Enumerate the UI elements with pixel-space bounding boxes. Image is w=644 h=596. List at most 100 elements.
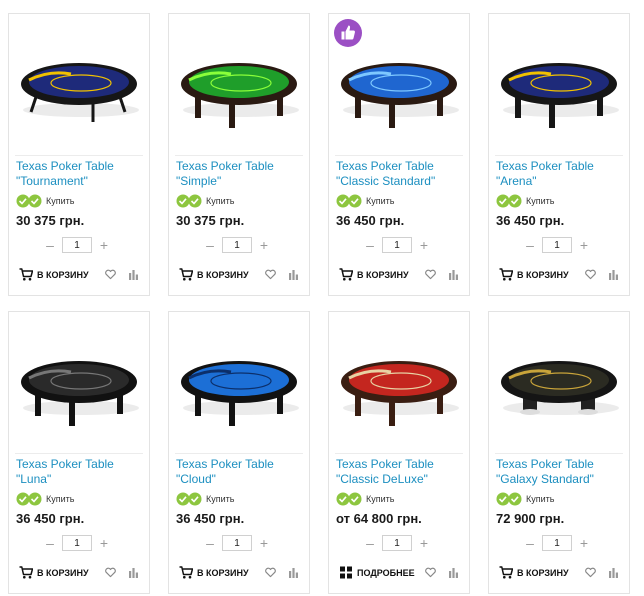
stock-check-icon: [336, 492, 362, 506]
quantity-input[interactable]: [222, 237, 252, 253]
product-image[interactable]: [169, 14, 309, 154]
quantity-decrease-button[interactable]: –: [523, 536, 537, 550]
quantity-input[interactable]: [62, 237, 92, 253]
heart-icon[interactable]: [585, 269, 596, 280]
add-to-cart-label: В КОРЗИНУ: [517, 567, 569, 578]
stock-label: Купить: [526, 494, 555, 504]
add-to-cart-button[interactable]: В КОРЗИНУ: [339, 268, 409, 281]
product-title-line2[interactable]: "Cloud": [176, 472, 306, 487]
card-actions: В КОРЗИНУ: [16, 268, 142, 282]
compare-icon[interactable]: [448, 269, 459, 280]
quantity-decrease-button[interactable]: –: [203, 238, 217, 252]
product-image[interactable]: [9, 14, 149, 154]
add-to-cart-button[interactable]: В КОРЗИНУ: [179, 268, 249, 281]
stock-check-icon: [16, 492, 42, 506]
product-image[interactable]: [489, 14, 629, 154]
product-price: 36 450 грн.: [496, 213, 565, 228]
product-title-line1[interactable]: Texas Poker Table: [16, 159, 146, 174]
stock-label: Купить: [526, 196, 555, 206]
add-to-cart-button[interactable]: В КОРЗИНУ: [19, 268, 89, 281]
stock-check-icon: [496, 194, 522, 208]
add-to-cart-label: В КОРЗИНУ: [197, 269, 249, 280]
product-title[interactable]: Texas Poker Table "Galaxy Standard": [496, 457, 626, 487]
add-to-cart-button[interactable]: В КОРЗИНУ: [499, 566, 569, 579]
quantity-input[interactable]: [382, 237, 412, 253]
heart-icon[interactable]: [425, 269, 436, 280]
heart-icon[interactable]: [105, 269, 116, 280]
quantity-decrease-button[interactable]: –: [363, 536, 377, 550]
compare-icon[interactable]: [128, 567, 139, 578]
card-actions: В КОРЗИНУ: [176, 566, 302, 580]
compare-icon[interactable]: [608, 269, 619, 280]
compare-icon[interactable]: [128, 269, 139, 280]
quantity-input[interactable]: [62, 535, 92, 551]
add-to-cart-button[interactable]: В КОРЗИНУ: [499, 268, 569, 281]
compare-icon[interactable]: [288, 269, 299, 280]
product-image[interactable]: [169, 312, 309, 452]
product-title-line1[interactable]: Texas Poker Table: [336, 159, 466, 174]
card-actions: В КОРЗИНУ: [496, 268, 622, 282]
quantity-decrease-button[interactable]: –: [43, 536, 57, 550]
product-price: 30 375 грн.: [176, 213, 245, 228]
quantity-increase-button[interactable]: +: [97, 536, 111, 550]
product-title-line1[interactable]: Texas Poker Table: [176, 159, 306, 174]
cart-icon: [179, 268, 193, 281]
quantity-increase-button[interactable]: +: [257, 536, 271, 550]
quantity-increase-button[interactable]: +: [577, 238, 591, 252]
quantity-decrease-button[interactable]: –: [363, 238, 377, 252]
quantity-increase-button[interactable]: +: [257, 238, 271, 252]
compare-icon[interactable]: [288, 567, 299, 578]
add-to-cart-button[interactable]: В КОРЗИНУ: [179, 566, 249, 579]
divider: [15, 453, 143, 454]
product-image[interactable]: [489, 312, 629, 452]
quantity-increase-button[interactable]: +: [417, 536, 431, 550]
quantity-decrease-button[interactable]: –: [523, 238, 537, 252]
quantity-increase-button[interactable]: +: [577, 536, 591, 550]
quantity-input[interactable]: [542, 535, 572, 551]
heart-icon[interactable]: [265, 269, 276, 280]
compare-icon[interactable]: [608, 567, 619, 578]
quantity-input[interactable]: [222, 535, 252, 551]
quantity-increase-button[interactable]: +: [417, 238, 431, 252]
product-title-line2[interactable]: "Classic DeLuxe": [336, 472, 466, 487]
product-title[interactable]: Texas Poker Table "Luna": [16, 457, 146, 487]
details-button[interactable]: ПОДРОБНЕЕ: [339, 566, 415, 579]
product-title[interactable]: Texas Poker Table "Simple": [176, 159, 306, 189]
product-title-line1[interactable]: Texas Poker Table: [16, 457, 146, 472]
quantity-input[interactable]: [542, 237, 572, 253]
compare-icon[interactable]: [448, 567, 459, 578]
add-to-cart-label: В КОРЗИНУ: [197, 567, 249, 578]
product-title[interactable]: Texas Poker Table "Cloud": [176, 457, 306, 487]
product-title[interactable]: Texas Poker Table "Classic Standard": [336, 159, 466, 189]
product-title-line1[interactable]: Texas Poker Table: [176, 457, 306, 472]
product-image[interactable]: [329, 312, 469, 452]
heart-icon[interactable]: [425, 567, 436, 578]
quantity-increase-button[interactable]: +: [97, 238, 111, 252]
product-title-line1[interactable]: Texas Poker Table: [496, 457, 626, 472]
product-title[interactable]: Texas Poker Table "Classic DeLuxe": [336, 457, 466, 487]
quantity-stepper: – +: [203, 535, 271, 551]
product-title-line2[interactable]: "Arena": [496, 174, 626, 189]
heart-icon[interactable]: [265, 567, 276, 578]
product-card: Texas Poker Table "Galaxy Standard" Купи…: [488, 311, 630, 594]
card-actions: В КОРЗИНУ: [176, 268, 302, 282]
heart-icon[interactable]: [105, 567, 116, 578]
product-title-line2[interactable]: "Simple": [176, 174, 306, 189]
product-title-line2[interactable]: "Galaxy Standard": [496, 472, 626, 487]
stock-check-icon: [336, 194, 362, 208]
add-to-cart-button[interactable]: В КОРЗИНУ: [19, 566, 89, 579]
product-title-line2[interactable]: "Tournament": [16, 174, 146, 189]
quantity-input[interactable]: [382, 535, 412, 551]
quantity-decrease-button[interactable]: –: [43, 238, 57, 252]
product-image[interactable]: [9, 312, 149, 452]
product-title[interactable]: Texas Poker Table "Tournament": [16, 159, 146, 189]
product-title-line2[interactable]: "Luna": [16, 472, 146, 487]
product-title-line1[interactable]: Texas Poker Table: [336, 457, 466, 472]
product-title-line2[interactable]: "Classic Standard": [336, 174, 466, 189]
product-title-line1[interactable]: Texas Poker Table: [496, 159, 626, 174]
product-title[interactable]: Texas Poker Table "Arena": [496, 159, 626, 189]
heart-icon[interactable]: [585, 567, 596, 578]
card-actions: В КОРЗИНУ: [16, 566, 142, 580]
quantity-decrease-button[interactable]: –: [203, 536, 217, 550]
cart-icon: [179, 566, 193, 579]
